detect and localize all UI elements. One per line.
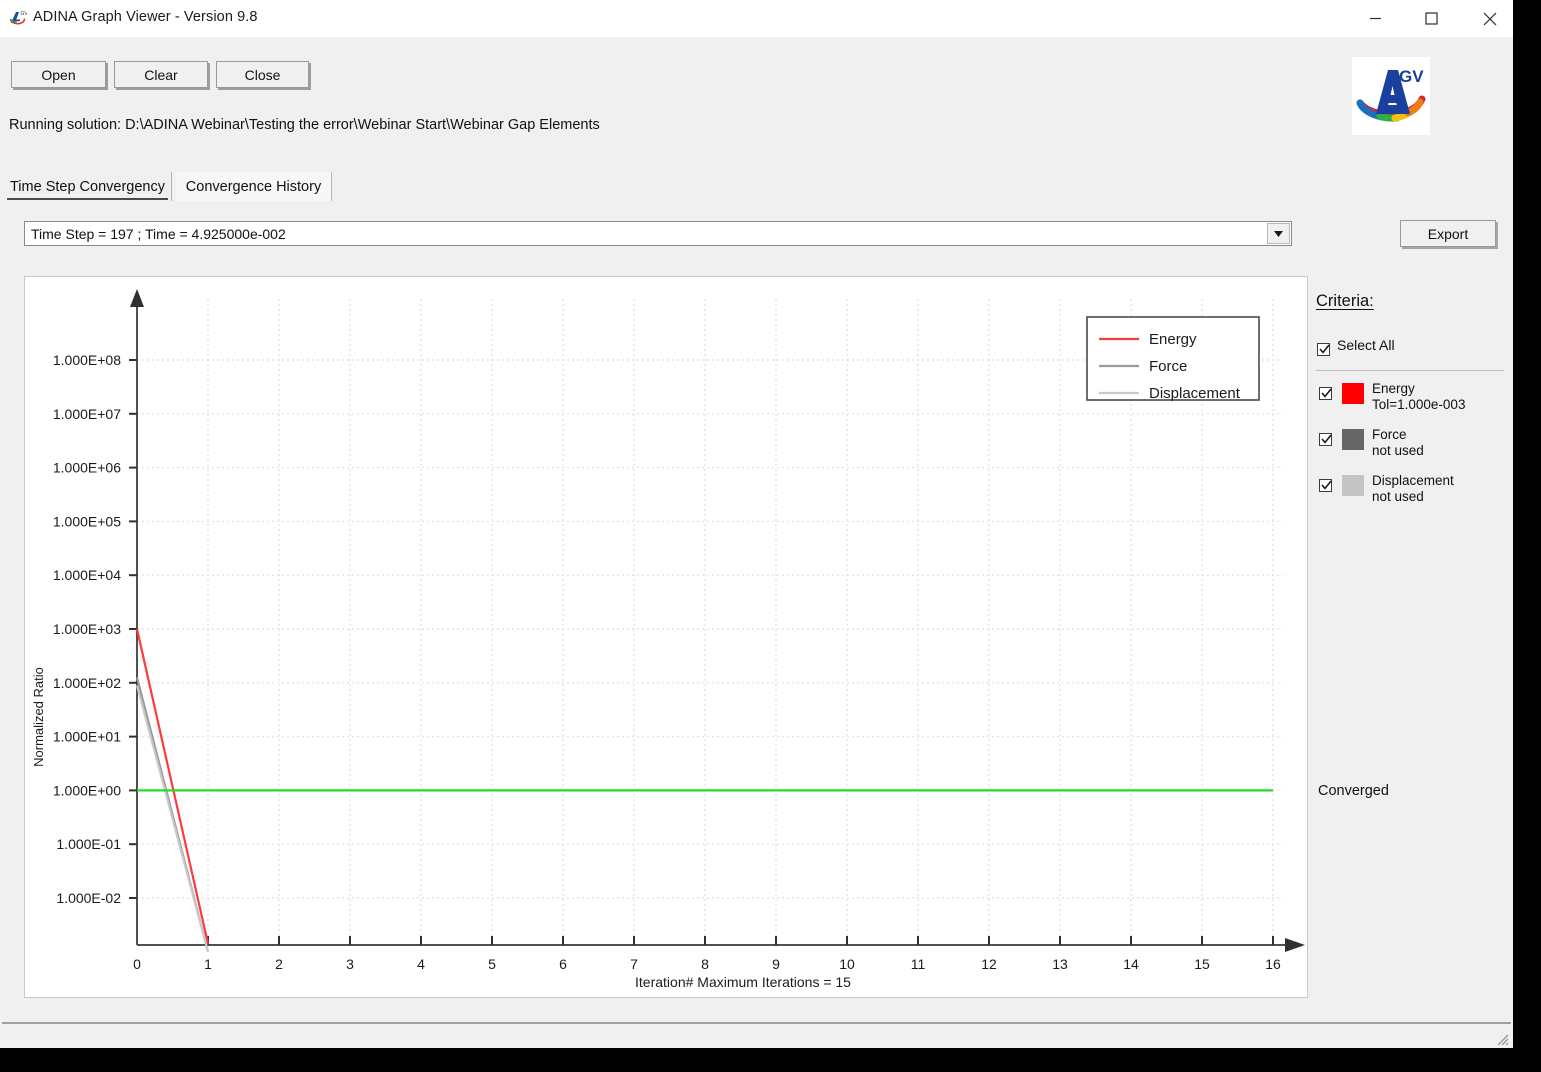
open-button[interactable]: Open	[11, 61, 106, 88]
x-tick-label: 16	[1265, 956, 1281, 972]
svg-text:GV: GV	[1399, 67, 1424, 86]
x-tick-label: 13	[1052, 956, 1068, 972]
y-tick-label: 1.000E-01	[56, 836, 121, 852]
criteria-item-force: Force not used	[1316, 427, 1506, 461]
x-tick-label: 14	[1123, 956, 1139, 972]
title-bar: GV ADINA Graph Viewer - Version 9.8	[0, 0, 1513, 37]
criteria-panel: Criteria: Select All Energy Tol=1.000e-0…	[1316, 286, 1506, 526]
criteria-title: Criteria:	[1316, 292, 1374, 310]
tab-label: Convergence History	[185, 178, 322, 195]
criteria-name-displacement: Displacement	[1372, 473, 1454, 488]
criteria-name-energy: Energy	[1372, 381, 1415, 396]
tab-label: Time Step Convergency	[9, 178, 165, 195]
legend-label-force: Force	[1149, 358, 1187, 375]
y-axis-label: Normalized Ratio	[31, 667, 46, 767]
app-window: GV ADINA Graph Viewer - Version 9.8 Open…	[0, 0, 1513, 1048]
resize-grip[interactable]	[1493, 1030, 1509, 1046]
tab-convergence-history[interactable]: Convergence History	[176, 172, 332, 201]
x-axis-label: Iteration# Maximum Iterations = 15	[635, 974, 851, 990]
chevron-down-icon[interactable]	[1267, 223, 1290, 244]
x-tick-label: 8	[701, 956, 709, 972]
select-all-label: Select All	[1337, 337, 1395, 353]
timestep-dropdown[interactable]: Time Step = 197 ; Time = 4.925000e-002	[24, 221, 1292, 246]
x-tick-label: 4	[417, 956, 425, 972]
tab-strip: Time Step Convergency Convergence Histor…	[0, 172, 1513, 202]
x-tick-label: 12	[981, 956, 997, 972]
y-tick-label: 1.000E+05	[53, 513, 121, 529]
close-file-button[interactable]: Close	[216, 61, 309, 88]
y-tick-label: 1.000E+08	[53, 352, 121, 368]
criteria-color-swatch-energy	[1342, 383, 1364, 404]
tab-time-step-convergency[interactable]: Time Step Convergency	[4, 172, 172, 201]
legend-label-displacement: Displacement	[1149, 385, 1241, 402]
x-tick-label: 2	[275, 956, 283, 972]
criteria-color-swatch-displacement	[1342, 475, 1364, 496]
y-tick-label: 1.000E+07	[53, 406, 121, 422]
export-button[interactable]: Export	[1400, 220, 1496, 247]
x-tick-label: 6	[559, 956, 567, 972]
criteria-name-force: Force	[1372, 427, 1407, 442]
x-tick-label: 5	[488, 956, 496, 972]
agv-logo: GV	[1352, 57, 1430, 135]
criteria-checkbox-force[interactable]	[1319, 433, 1332, 446]
minimize-button[interactable]	[1352, 0, 1398, 37]
y-tick-label: 1.000E+03	[53, 621, 121, 637]
criteria-checkbox-displacement[interactable]	[1319, 479, 1332, 492]
converged-status-label: Converged	[1318, 783, 1389, 799]
y-tick-label: 1.000E+06	[53, 460, 121, 476]
criteria-item-displacement: Displacement not used	[1316, 473, 1506, 507]
chart-tick-labels: 1.000E+08 1.000E+07 1.000E+06 1.000E+05 1.00…	[53, 352, 1281, 972]
y-tick-label: 1.000E+00	[53, 782, 121, 798]
criteria-divider	[1316, 370, 1504, 371]
adina-app-icon: GV	[9, 9, 28, 27]
running-solution-text: Running solution: D:\ADINA Webinar\Testi…	[9, 117, 600, 133]
y-tick-label: 1.000E+04	[53, 567, 121, 583]
criteria-detail-energy: Tol=1.000e-003	[1372, 397, 1466, 412]
chart-panel: 1.000E+08 1.000E+07 1.000E+06 1.000E+05 1.00…	[24, 276, 1308, 998]
x-tick-label: 9	[772, 956, 780, 972]
series-line-displacement	[135, 685, 210, 953]
svg-text:GV: GV	[21, 11, 28, 17]
x-tick-label: 7	[630, 956, 638, 972]
convergence-chart: 1.000E+08 1.000E+07 1.000E+06 1.000E+05 1.00…	[31, 289, 1305, 990]
chart-legend: Energy Force Displacement	[1086, 316, 1260, 402]
x-tick-label: 10	[839, 956, 855, 972]
x-tick-label: 11	[911, 956, 926, 972]
legend-label-energy: Energy	[1149, 331, 1197, 348]
criteria-detail-force: not used	[1372, 443, 1424, 458]
y-tick-label: 1.000E-02	[56, 890, 121, 906]
x-tick-label: 0	[133, 956, 141, 972]
window-title: ADINA Graph Viewer - Version 9.8	[33, 9, 258, 25]
maximize-button[interactable]	[1408, 0, 1454, 37]
y-tick-label: 1.000E+01	[53, 729, 121, 745]
close-window-button[interactable]	[1467, 0, 1513, 37]
status-bar	[2, 1024, 1511, 1047]
clear-button[interactable]: Clear	[114, 61, 208, 88]
y-tick-label: 1.000E+02	[53, 675, 121, 691]
x-tick-label: 1	[204, 956, 212, 972]
x-tick-label: 3	[346, 956, 354, 972]
criteria-checkbox-energy[interactable]	[1319, 387, 1332, 400]
x-tick-label: 15	[1194, 956, 1210, 972]
criteria-item-energy: Energy Tol=1.000e-003	[1316, 381, 1506, 415]
timestep-dropdown-value: Time Step = 197 ; Time = 4.925000e-002	[31, 226, 286, 242]
criteria-color-swatch-force	[1342, 429, 1364, 450]
criteria-detail-displacement: not used	[1372, 489, 1424, 504]
series-line-energy	[135, 628, 210, 944]
selected-tab-indicator	[7, 198, 168, 200]
select-all-checkbox[interactable]	[1317, 343, 1330, 356]
